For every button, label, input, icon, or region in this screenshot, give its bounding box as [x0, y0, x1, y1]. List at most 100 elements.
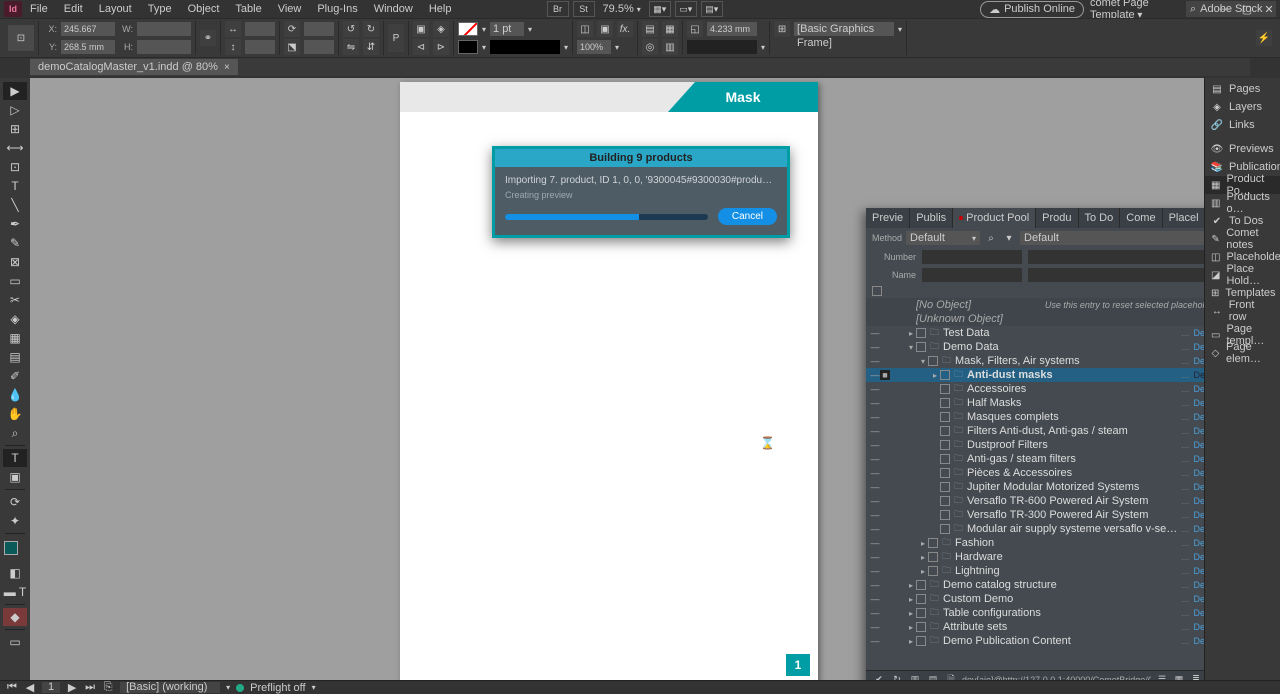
pen-tool-icon[interactable]: ✒ — [3, 215, 27, 233]
default-dropdown[interactable]: Default▾ — [1020, 231, 1220, 245]
tree-checkbox[interactable] — [916, 328, 926, 338]
tree-row[interactable]: —■▸🗀Anti-dust masks…Default — [866, 368, 1226, 382]
tree-row[interactable]: —▸🗀Lightning…Default — [866, 564, 1226, 578]
fill-swatch[interactable] — [458, 22, 478, 36]
menu-help[interactable]: Help — [421, 3, 460, 15]
height-field[interactable] — [137, 40, 191, 54]
next-object-icon[interactable]: ⊳ — [433, 39, 449, 55]
free-transform-tool-icon[interactable]: ◈ — [3, 310, 27, 328]
tree-checkbox[interactable] — [928, 356, 938, 366]
publish-online-button[interactable]: ☁Publish Online — [980, 1, 1084, 18]
extra-tool-icon[interactable]: ✦ — [3, 512, 27, 530]
tree-checkbox[interactable] — [916, 622, 926, 632]
opacity-field[interactable]: 100% — [577, 40, 611, 54]
reference-point-icon[interactable]: ⊡ — [8, 25, 34, 51]
menu-edit[interactable]: Edit — [56, 3, 91, 15]
rotate-cw-icon[interactable]: ↻ — [363, 21, 379, 37]
tree-row[interactable]: —▸🗀Demo Publication Content…Default — [866, 634, 1226, 648]
panel-tab-5[interactable]: Come — [1120, 208, 1162, 228]
tree-checkbox[interactable] — [940, 426, 950, 436]
tree-checkbox[interactable] — [916, 636, 926, 646]
corner-size-field[interactable]: 4.233 mm — [707, 22, 757, 36]
shear-field[interactable] — [304, 40, 334, 54]
tree-row[interactable]: —🗀Versaflo TR-600 Powered Air System…Def… — [866, 494, 1226, 508]
tree-row[interactable]: —🗀Dustproof Filters…Default — [866, 438, 1226, 452]
stroke-weight-field[interactable]: 1 pt — [490, 22, 524, 36]
rectangle-tool-icon[interactable]: ▭ — [3, 272, 27, 290]
page-field[interactable]: 1 — [42, 682, 60, 693]
stroke-type-field[interactable] — [687, 40, 757, 54]
menu-type[interactable]: Type — [140, 3, 180, 15]
menu-object[interactable]: Object — [180, 3, 228, 15]
dock-pages[interactable]: ▤Pages — [1205, 80, 1280, 98]
prev-page-icon[interactable]: ◀ — [24, 681, 36, 694]
tree-row[interactable]: —🗀Masques complets…Default — [866, 410, 1226, 424]
frame-fitting-icon[interactable]: ⊞ — [774, 21, 790, 37]
dock-layers[interactable]: ◈Layers — [1205, 98, 1280, 116]
corner-shape-icon[interactable]: ◱ — [687, 21, 703, 37]
p-icon[interactable]: P — [388, 24, 404, 52]
dock-front-row[interactable]: ↔Front row — [1205, 302, 1280, 320]
panel-tab-3[interactable]: Produ — [1036, 208, 1078, 228]
tree-checkbox[interactable] — [940, 370, 950, 380]
frame-tool-icon[interactable]: ▣ — [3, 468, 27, 486]
master-field[interactable]: [Basic] (working) — [120, 682, 220, 693]
text-wrap-jump-icon[interactable]: ▥ — [662, 39, 678, 55]
tree-checkbox[interactable] — [928, 552, 938, 562]
tree-checkbox[interactable] — [940, 384, 950, 394]
menu-view[interactable]: View — [270, 3, 310, 15]
mini-checkbox[interactable] — [872, 286, 882, 296]
tree-row[interactable]: —▸🗀Hardware…Default — [866, 550, 1226, 564]
content-collector-icon[interactable]: ⊡ — [3, 158, 27, 176]
close-icon[interactable]: ✕ — [1258, 0, 1280, 18]
tree-row[interactable]: —▸🗀Fashion…Default — [866, 536, 1226, 550]
close-tab-icon[interactable]: × — [224, 62, 230, 73]
tree-checkbox[interactable] — [940, 496, 950, 506]
apply-color-icon[interactable]: ▬ T — [3, 583, 27, 601]
view-options-icon[interactable]: ▦▾ — [649, 1, 671, 17]
menu-plug-ins[interactable]: Plug-Ins — [309, 3, 365, 15]
menu-file[interactable]: File — [22, 3, 56, 15]
dock-previews[interactable]: 👁Previews — [1205, 140, 1280, 158]
eyedropper-tool-icon[interactable]: 💧 — [3, 386, 27, 404]
gradient-feather-tool-icon[interactable]: ▤ — [3, 348, 27, 366]
next-page-icon[interactable]: ▶ — [66, 681, 78, 694]
tree-checkbox[interactable] — [928, 538, 938, 548]
stroke-style-field[interactable] — [490, 40, 560, 54]
minimize-icon[interactable]: — — [1214, 0, 1236, 18]
gap-tool-icon[interactable]: ⟷ — [3, 139, 27, 157]
dock-place-hold-[interactable]: ◪Place Hold… — [1205, 266, 1280, 284]
flip-v-icon[interactable]: ⇵ — [363, 39, 379, 55]
funnel-icon[interactable]: ▾ — [1002, 231, 1016, 245]
text-wrap-shape-icon[interactable]: ◎ — [642, 39, 658, 55]
tree-checkbox[interactable] — [940, 468, 950, 478]
panel-tab-4[interactable]: To Do — [1079, 208, 1121, 228]
rectangle-frame-tool-icon[interactable]: ⊠ — [3, 253, 27, 271]
corner-opt2-icon[interactable]: ▣ — [597, 21, 613, 37]
t-tool-icon[interactable]: T — [3, 449, 27, 467]
note-tool-icon[interactable]: ✐ — [3, 367, 27, 385]
tree-row[interactable]: —▾🗀Demo Data…Default — [866, 340, 1226, 354]
arrange-docs-icon[interactable]: ▤▾ — [701, 1, 723, 17]
panel-tab-0[interactable]: Previe — [866, 208, 910, 228]
scissors-tool-icon[interactable]: ✂ — [3, 291, 27, 309]
tree-row[interactable]: —🗀Pièces & Accessoires…Default — [866, 466, 1226, 480]
tree-row[interactable]: —🗀Jupiter Modular Motorized Systems…Defa… — [866, 480, 1226, 494]
tree-row[interactable]: —▸🗀Attribute sets…Default — [866, 620, 1226, 634]
last-page-icon[interactable]: ⏭ — [84, 681, 96, 694]
tree-checkbox[interactable] — [940, 524, 950, 534]
tree-row[interactable]: —▸🗀Test Data…Default — [866, 326, 1226, 340]
plugin-tool-icon[interactable]: ◆ — [3, 608, 27, 626]
tree-row[interactable]: —🗀Half Masks…Default — [866, 396, 1226, 410]
dock-products-o-[interactable]: ▥Products o… — [1205, 194, 1280, 212]
direct-selection-tool-icon[interactable]: ▷ — [3, 101, 27, 119]
zoom-tool-icon[interactable]: ⌕ — [3, 424, 27, 442]
dock-comet-notes[interactable]: ✎Comet notes — [1205, 230, 1280, 248]
scale-y-field[interactable] — [245, 40, 275, 54]
name-input-2[interactable] — [1028, 268, 1220, 282]
tree-checkbox[interactable] — [940, 412, 950, 422]
menu-table[interactable]: Table — [227, 3, 269, 15]
hand-tool-icon[interactable]: ✋ — [3, 405, 27, 423]
width-field[interactable] — [137, 22, 191, 36]
tree-row[interactable]: —▸🗀Table configurations…Default — [866, 606, 1226, 620]
